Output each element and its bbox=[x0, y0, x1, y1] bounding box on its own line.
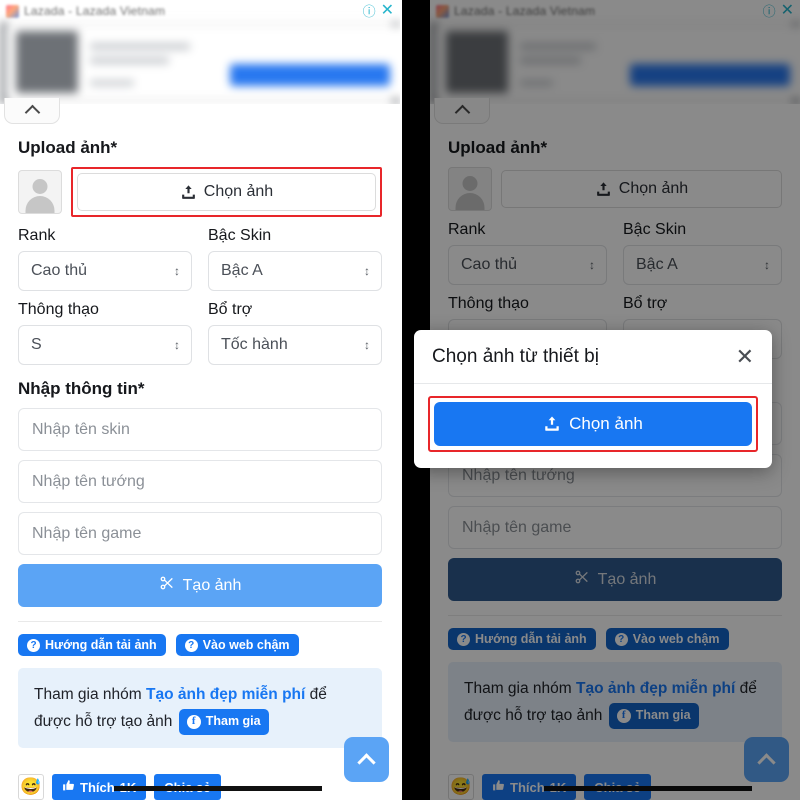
mastery-select[interactable]: S ↕ bbox=[18, 325, 192, 365]
ad-text-line bbox=[90, 42, 190, 50]
ad-topbar: Lazada - Lazada Vietnam ⓘ ✕ bbox=[0, 0, 400, 22]
panel-divider bbox=[400, 0, 402, 800]
question-mark-icon: ? bbox=[184, 638, 198, 652]
rank-skin-row: Rank Cao thủ ↕ Bậc Skin Bậc A ↕ bbox=[18, 217, 382, 291]
notice-prefix: Tham gia nhóm bbox=[34, 686, 146, 703]
ad-text-lines bbox=[90, 39, 218, 86]
ad-cta-button[interactable] bbox=[230, 64, 390, 86]
join-group-button[interactable]: f Tham gia bbox=[178, 709, 269, 735]
support-select[interactable]: Tốc hành ↕ bbox=[208, 325, 382, 365]
support-field: Bổ trợ Tốc hành ↕ bbox=[208, 291, 382, 365]
image-generator-form: Upload ảnh* Chọn ảnh Rank Cao thủ ↕ Bậc … bbox=[0, 126, 400, 749]
create-image-label: Tạo ảnh bbox=[182, 576, 242, 594]
facebook-icon: f bbox=[186, 715, 201, 730]
rank-field: Rank Cao thủ ↕ bbox=[18, 217, 192, 291]
choose-image-modal: Chọn ảnh từ thiết bị ✕ Chọn ảnh bbox=[414, 330, 772, 468]
chevron-updown-icon: ↕ bbox=[174, 264, 180, 278]
modal-choose-highlight: Chọn ảnh bbox=[428, 396, 758, 452]
upload-section-label: Upload ảnh* bbox=[18, 138, 118, 157]
notice-group-name[interactable]: Tạo ảnh đẹp miễn phí bbox=[146, 686, 305, 703]
chevron-up-icon bbox=[24, 104, 40, 121]
game-name-input[interactable]: Nhập tên game bbox=[18, 512, 382, 555]
slow-web-badge[interactable]: ? Vào web chậm bbox=[175, 634, 299, 656]
choose-image-button[interactable]: Chọn ảnh bbox=[77, 173, 376, 211]
slow-web-label: Vào web chậm bbox=[202, 638, 290, 652]
ad-content bbox=[6, 26, 400, 98]
upload-guide-badge[interactable]: ? Hướng dẫn tải ảnh bbox=[18, 634, 166, 656]
ad-thumbnail bbox=[16, 31, 78, 93]
modal-choose-label: Chọn ảnh bbox=[569, 414, 643, 433]
thumbs-up-icon bbox=[62, 779, 75, 795]
ad-text-line bbox=[90, 79, 134, 86]
rank-label: Rank bbox=[18, 227, 56, 244]
ad-top-icons: ⓘ ✕ bbox=[363, 3, 394, 19]
upload-guide-label: Hướng dẫn tải ảnh bbox=[45, 638, 157, 652]
mastery-field: Thông thạo S ↕ bbox=[18, 291, 192, 365]
scissors-icon bbox=[159, 575, 175, 596]
ad-banner[interactable] bbox=[0, 22, 400, 104]
info-section-label: Nhập thông tin* bbox=[18, 379, 145, 398]
skin-tier-label: Bậc Skin bbox=[208, 227, 272, 244]
info-circle-icon[interactable]: ⓘ bbox=[363, 5, 376, 18]
chevron-updown-icon: ↕ bbox=[364, 264, 370, 278]
like-label: Thích bbox=[80, 779, 115, 795]
avatar-placeholder-icon bbox=[18, 170, 62, 214]
divider bbox=[18, 621, 382, 622]
close-icon[interactable]: ✕ bbox=[736, 346, 754, 368]
reaction-emoji-icon[interactable]: 😅 bbox=[18, 774, 44, 800]
support-label: Bổ trợ bbox=[208, 301, 253, 318]
mastery-support-row: Thông thạo S ↕ Bổ trợ Tốc hành ↕ bbox=[18, 291, 382, 365]
upload-icon bbox=[543, 415, 561, 433]
join-group-notice: Tham gia nhóm Tạo ảnh đẹp miễn phí để đư… bbox=[18, 668, 382, 749]
choose-image-highlight: Chọn ảnh bbox=[71, 167, 382, 217]
chevron-up-icon bbox=[357, 752, 376, 772]
avatar-head-shape bbox=[32, 179, 48, 194]
chevron-updown-icon: ↕ bbox=[364, 338, 370, 352]
facebook-like-bar: 😅 Thích 1K Chia sẻ bbox=[18, 774, 400, 800]
join-label: Tham gia bbox=[205, 714, 261, 729]
help-badges: ? Hướng dẫn tải ảnh ? Vào web chậm bbox=[18, 634, 382, 656]
skin-tier-select[interactable]: Bậc A ↕ bbox=[208, 251, 382, 291]
support-value: Tốc hành bbox=[221, 336, 288, 353]
skin-tier-field: Bậc Skin Bậc A ↕ bbox=[208, 217, 382, 291]
ad-brand-text: Lazada - Lazada Vietnam bbox=[24, 4, 166, 18]
create-image-button[interactable]: Tạo ảnh bbox=[18, 564, 382, 607]
upload-row: Chọn ảnh bbox=[18, 167, 382, 217]
collapse-row bbox=[0, 98, 400, 126]
ad-brand-label: Lazada - Lazada Vietnam bbox=[6, 4, 363, 18]
rank-value: Cao thủ bbox=[31, 262, 88, 279]
mastery-value: S bbox=[31, 336, 42, 353]
upload-icon bbox=[180, 184, 197, 201]
modal-title: Chọn ảnh từ thiết bị bbox=[432, 346, 599, 367]
avatar-body-shape bbox=[25, 196, 55, 213]
ad-favicon-icon bbox=[6, 4, 19, 18]
modal-body: Chọn ảnh bbox=[414, 384, 772, 468]
mastery-label: Thông thạo bbox=[18, 301, 99, 318]
screenshot-root: Lazada - Lazada Vietnam ⓘ ✕ Upload ảnh* … bbox=[0, 0, 800, 800]
scroll-to-top-button[interactable] bbox=[344, 737, 389, 782]
skin-name-placeholder: Nhập tên skin bbox=[32, 420, 130, 438]
close-icon[interactable]: ✕ bbox=[381, 3, 394, 19]
champion-name-placeholder: Nhập tên tướng bbox=[32, 472, 145, 490]
redaction-bar bbox=[114, 786, 322, 791]
skin-name-input[interactable]: Nhập tên skin bbox=[18, 408, 382, 451]
modal-choose-image-button[interactable]: Chọn ảnh bbox=[434, 402, 752, 446]
choose-image-label: Chọn ảnh bbox=[203, 183, 274, 200]
collapse-ad-tab[interactable] bbox=[4, 98, 60, 124]
ad-text-line bbox=[90, 56, 170, 64]
right-panel-after-state: Lazada - Lazada Vietnam ⓘ ✕ Upload ảnh* … bbox=[400, 0, 800, 800]
left-panel-before-state: Lazada - Lazada Vietnam ⓘ ✕ Upload ảnh* … bbox=[0, 0, 400, 800]
question-mark-icon: ? bbox=[27, 638, 40, 652]
left-mobile-viewport: Lazada - Lazada Vietnam ⓘ ✕ Upload ảnh* … bbox=[0, 0, 400, 800]
modal-header: Chọn ảnh từ thiết bị ✕ bbox=[414, 330, 772, 384]
chevron-updown-icon: ↕ bbox=[174, 338, 180, 352]
champion-name-input[interactable]: Nhập tên tướng bbox=[18, 460, 382, 503]
game-name-placeholder: Nhập tên game bbox=[32, 524, 142, 542]
rank-select[interactable]: Cao thủ ↕ bbox=[18, 251, 192, 291]
skin-tier-value: Bậc A bbox=[221, 262, 263, 279]
